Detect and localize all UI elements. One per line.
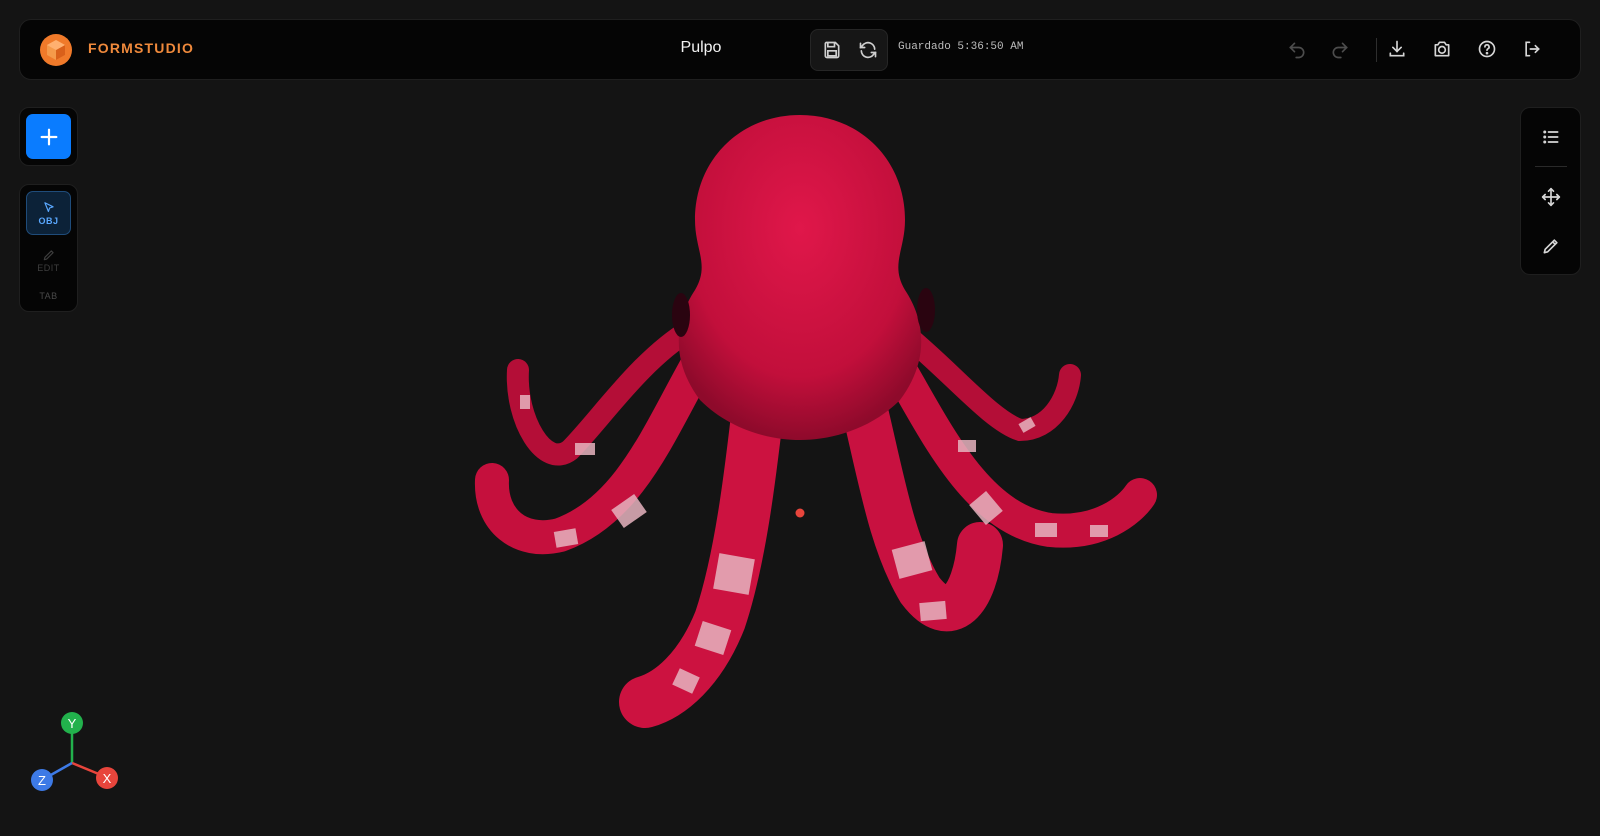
mode-edit-label: EDIT bbox=[37, 262, 60, 273]
download-icon[interactable] bbox=[1382, 34, 1412, 64]
add-panel bbox=[19, 107, 78, 166]
axis-y-handle[interactable]: Y bbox=[61, 712, 83, 734]
axis-x-label: X bbox=[103, 771, 112, 786]
cube-logo-icon bbox=[40, 34, 72, 66]
add-object-button[interactable] bbox=[26, 114, 71, 159]
mode-edit-button[interactable]: EDIT bbox=[26, 243, 71, 277]
viewport-canvas[interactable] bbox=[0, 0, 1600, 836]
plus-icon bbox=[40, 128, 57, 145]
sync-icon[interactable] bbox=[853, 35, 883, 65]
axis-z-label: Z bbox=[38, 773, 46, 788]
pencil-icon bbox=[43, 249, 54, 260]
help-icon[interactable] bbox=[1472, 34, 1502, 64]
pivot-point bbox=[795, 508, 805, 518]
axis-gizmo[interactable]: Y X Z bbox=[28, 705, 124, 795]
mode-shortcut-hint: TAB bbox=[39, 291, 58, 301]
brand-name: FORMSTUDIO bbox=[88, 40, 195, 56]
redo-icon[interactable] bbox=[1325, 35, 1355, 65]
save-status: Guardado 5:36:50 AM bbox=[898, 41, 1024, 53]
move-icon[interactable] bbox=[1536, 182, 1566, 212]
right-tool-panel bbox=[1520, 107, 1581, 275]
camera-icon[interactable] bbox=[1427, 34, 1457, 64]
save-icon[interactable] bbox=[817, 35, 847, 65]
mode-object-label: OBJ bbox=[38, 215, 59, 226]
undo-icon[interactable] bbox=[1282, 35, 1312, 65]
list-icon[interactable] bbox=[1536, 122, 1566, 152]
document-title[interactable]: Pulpo bbox=[601, 39, 801, 57]
axis-x-handle[interactable]: X bbox=[96, 767, 118, 789]
toolbar-divider bbox=[1376, 38, 1377, 62]
pencil-icon[interactable] bbox=[1536, 231, 1566, 261]
axis-z-handle[interactable]: Z bbox=[31, 769, 53, 791]
mode-object-button[interactable]: OBJ bbox=[26, 191, 71, 235]
mode-panel: OBJ EDIT TAB bbox=[19, 184, 78, 312]
octopus-model[interactable] bbox=[474, 115, 1157, 728]
save-group bbox=[810, 29, 888, 71]
top-bar: FORMSTUDIO Pulpo Guardado 5:36:50 AM bbox=[19, 19, 1581, 80]
axis-y-label: Y bbox=[68, 716, 77, 731]
logout-icon[interactable] bbox=[1517, 34, 1547, 64]
cursor-arrow-icon bbox=[43, 201, 54, 212]
right-panel-divider bbox=[1535, 166, 1567, 167]
